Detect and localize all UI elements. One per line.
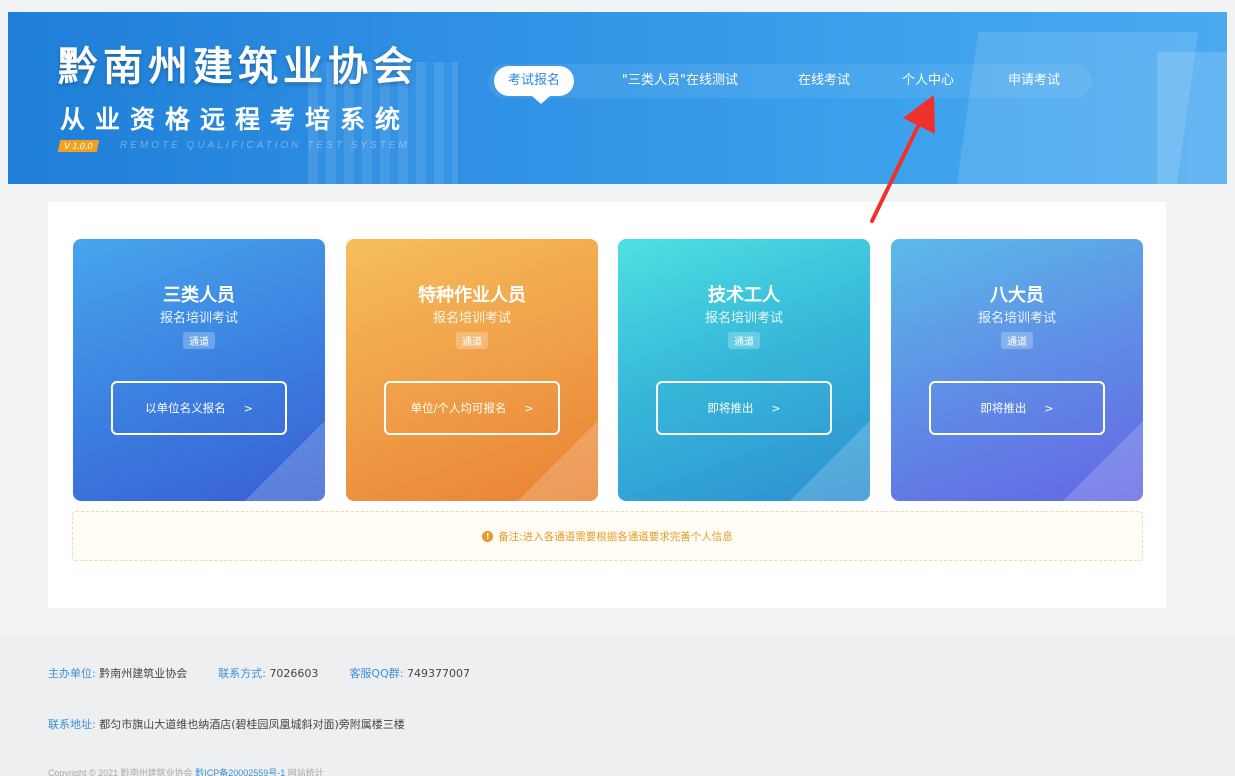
icp-link[interactable]: 黔ICP备20002559号-1	[195, 768, 285, 776]
card-tag: 通道	[183, 332, 215, 349]
contact-label: 联系方式:	[218, 667, 266, 680]
button-label: 单位/个人均可报名	[410, 401, 507, 415]
card-tag: 通道	[728, 332, 760, 349]
card-subtitle: 报名培训考试	[704, 311, 783, 326]
card-tag: 通道	[456, 332, 488, 349]
address-label: 联系地址:	[48, 718, 96, 731]
host-value: 黔南州建筑业协会	[99, 667, 188, 680]
channel-card-eight-staff[interactable]: 八大员 报名培训考试 通道 即将推出 >	[891, 239, 1143, 501]
site-subtitle: 从业资格远程考培系统	[60, 105, 411, 134]
info-icon: !	[482, 530, 494, 542]
card-subtitle: 报名培训考试	[432, 311, 511, 326]
channel-card-special-operations[interactable]: 特种作业人员 报名培训考试 通道 单位/个人均可报名 >	[346, 239, 598, 501]
notice-bar: ! 备注:进入各通道需要根据各通道要求完善个人信息	[72, 511, 1143, 561]
footer-contact-line: 主办单位: 黔南州建筑业协会 联系方式: 7026603 客服QQ群: 7493…	[48, 665, 470, 681]
channel-card-three-types[interactable]: 三类人员 报名培训考试 通道 以单位名义报名 >	[73, 239, 325, 501]
copyright-text: Copyright © 2021 黔南州建筑业协会	[48, 768, 193, 776]
chevron-right-icon: >	[243, 401, 253, 415]
card-corner-decoration	[1063, 421, 1143, 501]
active-nav-caret	[532, 96, 550, 104]
host-label: 主办单位:	[48, 667, 96, 680]
version-badge: V 1.0.0	[57, 140, 99, 152]
button-label: 即将推出	[707, 401, 754, 415]
notice-text: 备注:进入各通道需要根据各通道要求完善个人信息	[498, 530, 733, 543]
card-title: 八大员	[990, 285, 1044, 306]
banner-decoration	[1157, 52, 1227, 184]
qq-label: 客服QQ群:	[349, 667, 404, 680]
footer	[0, 636, 1235, 776]
nav-item-online-exam[interactable]: 在线考试	[798, 64, 850, 98]
main-nav: 考试报名 "三类人员"在线测试 在线考试 个人中心 申请考试	[488, 64, 1092, 98]
chevron-right-icon: >	[524, 401, 534, 415]
card-title: 三类人员	[163, 285, 235, 306]
channel-card-technical-workers[interactable]: 技术工人 报名培训考试 通道 即将推出 >	[618, 239, 870, 501]
contact-value: 7026603	[269, 667, 319, 680]
chevron-right-icon: >	[1044, 401, 1054, 415]
card-title: 技术工人	[708, 285, 780, 306]
qq-value: 749377007	[406, 667, 470, 680]
card-title: 特种作业人员	[418, 285, 526, 306]
card-subtitle: 报名培训考试	[159, 311, 238, 326]
copyright-line: Copyright © 2021 黔南州建筑业协会 黔ICP备20002559号…	[48, 766, 324, 776]
button-label: 即将推出	[980, 401, 1027, 415]
nav-item-personal-center[interactable]: 个人中心	[902, 64, 954, 98]
chevron-right-icon: >	[771, 401, 781, 415]
footer-address-line: 联系地址: 都匀市旗山大道维也纳酒店(碧桂园凤凰城斜对面)旁附属楼三楼	[48, 716, 405, 732]
card-corner-decoration	[245, 421, 325, 501]
nav-item-apply-exam[interactable]: 申请考试	[1008, 64, 1060, 98]
card-corner-decoration	[790, 421, 870, 501]
card-tag: 通道	[1001, 332, 1033, 349]
nav-item-exam-registration[interactable]: 考试报名	[494, 66, 575, 96]
stats-link[interactable]: 网站统计	[288, 768, 324, 776]
card-subtitle: 报名培训考试	[977, 311, 1056, 326]
nav-item-online-test[interactable]: "三类人员"在线测试	[622, 64, 738, 98]
english-subtitle: REMOTE QUALIFICATION TEST SYSTEM	[120, 140, 410, 151]
site-title: 黔南州建筑业协会	[58, 44, 418, 90]
address-value: 都匀市旗山大道维也纳酒店(碧桂园凤凰城斜对面)旁附属楼三楼	[99, 718, 405, 731]
card-corner-decoration	[518, 421, 598, 501]
button-label: 以单位名义报名	[145, 401, 226, 415]
